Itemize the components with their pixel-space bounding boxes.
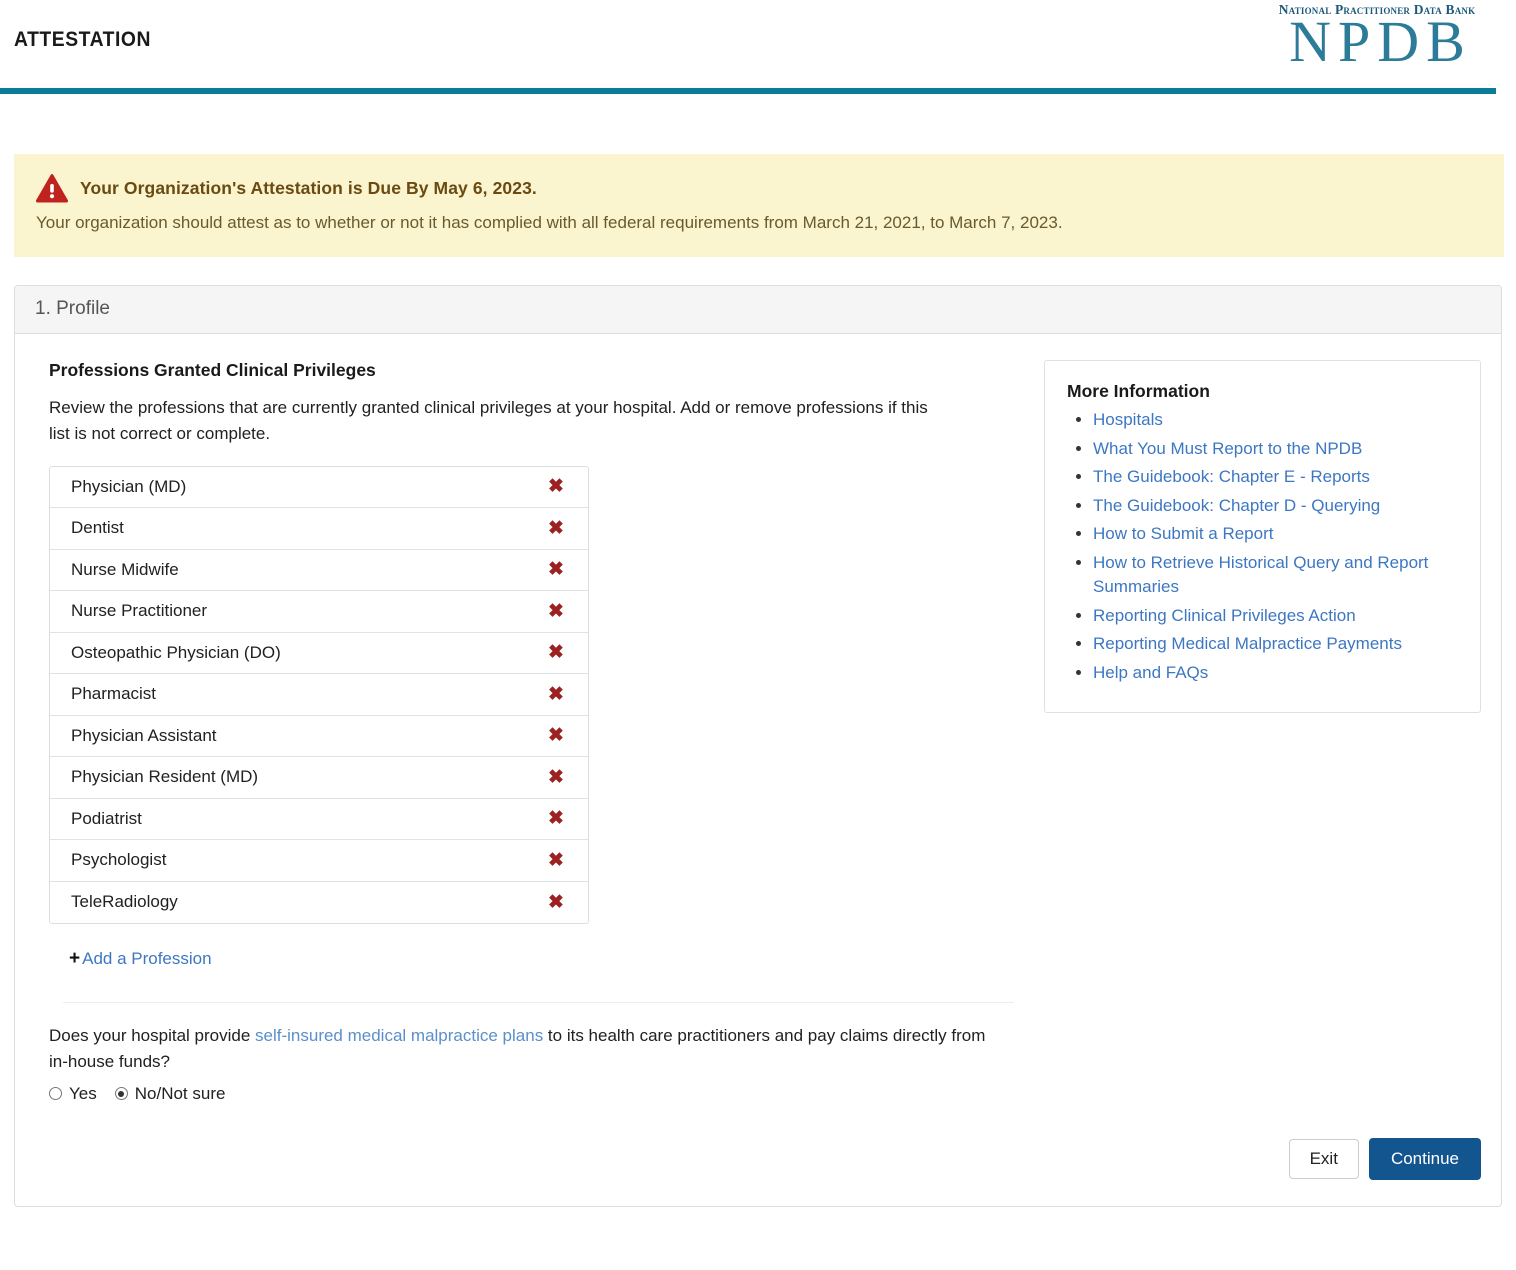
more-information-item: How to Retrieve Historical Query and Rep… xyxy=(1093,551,1458,599)
profession-name: Nurse Midwife xyxy=(71,559,179,579)
more-information-link[interactable]: Reporting Medical Malpractice Payments xyxy=(1093,634,1402,653)
more-information-link[interactable]: Reporting Clinical Privileges Action xyxy=(1093,606,1356,625)
profile-panel: 1. Profile Professions Granted Clinical … xyxy=(14,284,1502,1207)
more-information-link[interactable]: The Guidebook: Chapter E - Reports xyxy=(1093,467,1370,486)
npdb-logo-wordmark: NPDB xyxy=(1289,9,1472,74)
alert-body-text: Your organization should attest as to wh… xyxy=(36,213,1063,232)
self-insured-plans-link[interactable]: self-insured medical malpractice plans xyxy=(255,1026,543,1045)
profession-row: Physician (MD) ✖ xyxy=(50,466,588,509)
more-information-link[interactable]: Hospitals xyxy=(1093,410,1163,429)
profession-name: Nurse Practitioner xyxy=(71,601,208,621)
more-information-item: Help and FAQs xyxy=(1093,661,1458,685)
more-information-item: Hospitals xyxy=(1093,408,1458,432)
profession-row: Nurse Practitioner ✖ xyxy=(50,591,588,633)
radio-label: Yes xyxy=(69,1083,97,1103)
panel-step-header: 1. Profile xyxy=(15,285,1501,334)
npdb-logo-tagline: National Practitioner Data Bank xyxy=(1278,2,1476,17)
remove-profession-icon[interactable]: ✖ xyxy=(524,851,588,870)
remove-profession-icon[interactable]: ✖ xyxy=(524,726,588,745)
remove-profession-icon[interactable]: ✖ xyxy=(524,893,588,912)
self-insured-radio-group[interactable]: Yes No/Not sure xyxy=(49,1084,1020,1104)
more-information-link[interactable]: How to Retrieve Historical Query and Rep… xyxy=(1093,553,1428,596)
remove-profession-icon[interactable]: ✖ xyxy=(524,685,588,704)
remove-profession-icon[interactable]: ✖ xyxy=(524,560,588,579)
page-header: ATTESTATION National Practitioner Data B… xyxy=(0,0,1516,88)
more-information-item: Reporting Medical Malpractice Payments xyxy=(1093,632,1458,656)
profession-name: Pharmacist xyxy=(71,684,157,704)
more-information-box: More Information Hospitals What You Must … xyxy=(1044,359,1481,713)
alert-region: Your Organization's Attestation is Due B… xyxy=(0,94,1516,257)
profession-name: Podiatrist xyxy=(71,808,142,828)
remove-profession-icon[interactable]: ✖ xyxy=(524,519,588,538)
plus-icon: + xyxy=(69,948,81,970)
npdb-logo: National Practitioner Data Bank NPDB xyxy=(1258,2,1496,74)
panel-region: 1. Profile Professions Granted Clinical … xyxy=(0,257,1516,1207)
profession-row: Podiatrist ✖ xyxy=(50,798,588,841)
profession-row: Psychologist ✖ xyxy=(50,840,588,882)
warning-triangle-icon xyxy=(36,174,68,203)
profession-name: TeleRadiology xyxy=(71,892,178,912)
radio-option[interactable]: No/Not sure xyxy=(114,1083,226,1104)
main-column: Professions Granted Clinical Privileges … xyxy=(35,360,1020,1104)
radio-button[interactable] xyxy=(49,1087,62,1101)
more-information-item: What You Must Report to the NPDB xyxy=(1093,437,1458,461)
more-information-link[interactable]: What You Must Report to the NPDB xyxy=(1093,439,1362,458)
continue-button[interactable]: Continue xyxy=(1368,1137,1481,1180)
profession-name: Osteopathic Physician (DO) xyxy=(71,642,281,662)
radio-option[interactable]: Yes xyxy=(49,1084,97,1104)
attestation-due-alert: Your Organization's Attestation is Due B… xyxy=(14,154,1504,257)
profession-row: TeleRadiology ✖ xyxy=(50,881,588,924)
radio-label: No/Not sure xyxy=(134,1083,226,1103)
remove-profession-icon[interactable]: ✖ xyxy=(524,477,588,496)
more-information-title: More Information xyxy=(1067,380,1210,401)
alert-headline-row: Your Organization's Attestation is Due B… xyxy=(36,174,1482,203)
self-insured-question-block: Does your hospital provide self-insured … xyxy=(49,1003,1020,1104)
profession-row: Pharmacist ✖ xyxy=(50,674,588,716)
page-title: ATTESTATION xyxy=(14,28,152,51)
profession-name: Physician Assistant xyxy=(71,725,217,745)
profession-row: Physician Assistant ✖ xyxy=(50,715,588,758)
panel-footer: Exit Continue xyxy=(15,1104,1501,1206)
radio-button[interactable] xyxy=(114,1087,128,1101)
more-information-link[interactable]: Help and FAQs xyxy=(1093,663,1208,682)
remove-profession-icon[interactable]: ✖ xyxy=(524,809,588,828)
more-information-item: How to Submit a Report xyxy=(1093,522,1458,546)
more-information-link[interactable]: How to Submit a Report xyxy=(1093,524,1273,543)
profession-name: Dentist xyxy=(71,518,124,538)
section-description: Review the professions that are currentl… xyxy=(49,397,928,444)
profession-name: Physician Resident (MD) xyxy=(71,767,259,787)
profession-row: Physician Resident (MD) ✖ xyxy=(50,757,588,799)
more-information-link[interactable]: The Guidebook: Chapter D - Querying xyxy=(1093,496,1380,515)
profession-row: Osteopathic Physician (DO) ✖ xyxy=(50,632,588,675)
add-profession-link[interactable]: + Add a Profession xyxy=(69,948,212,970)
section-title: Professions Granted Clinical Privileges xyxy=(49,359,376,380)
more-information-item: The Guidebook: Chapter E - Reports xyxy=(1093,465,1458,489)
profession-row: Dentist ✖ xyxy=(50,508,588,550)
panel-body: Professions Granted Clinical Privileges … xyxy=(15,334,1501,1104)
more-information-item: The Guidebook: Chapter D - Querying xyxy=(1093,494,1458,518)
professions-list: Physician (MD) ✖ Dentist ✖ Nurse Midwife ✖ Nur… xyxy=(49,465,589,925)
aside-column: More Information Hospitals What You Must … xyxy=(1020,359,1481,1104)
exit-button[interactable]: Exit xyxy=(1288,1138,1359,1179)
alert-headline-text: Your Organization's Attestation is Due B… xyxy=(80,178,537,198)
profession-row: Nurse Midwife ✖ xyxy=(50,549,588,592)
question-text-before: Does your hospital provide xyxy=(49,1026,256,1046)
add-profession-label: Add a Profession xyxy=(82,949,212,969)
profession-name: Psychologist xyxy=(71,850,167,870)
profession-name: Physician (MD) xyxy=(71,476,187,496)
remove-profession-icon[interactable]: ✖ xyxy=(524,643,588,662)
remove-profession-icon[interactable]: ✖ xyxy=(524,602,588,621)
more-information-list: Hospitals What You Must Report to the NPD… xyxy=(1067,408,1458,685)
remove-profession-icon[interactable]: ✖ xyxy=(524,768,588,787)
self-insured-question-text: Does your hospital provide self-insured … xyxy=(49,1023,1004,1076)
more-information-item: Reporting Clinical Privileges Action xyxy=(1093,604,1458,628)
